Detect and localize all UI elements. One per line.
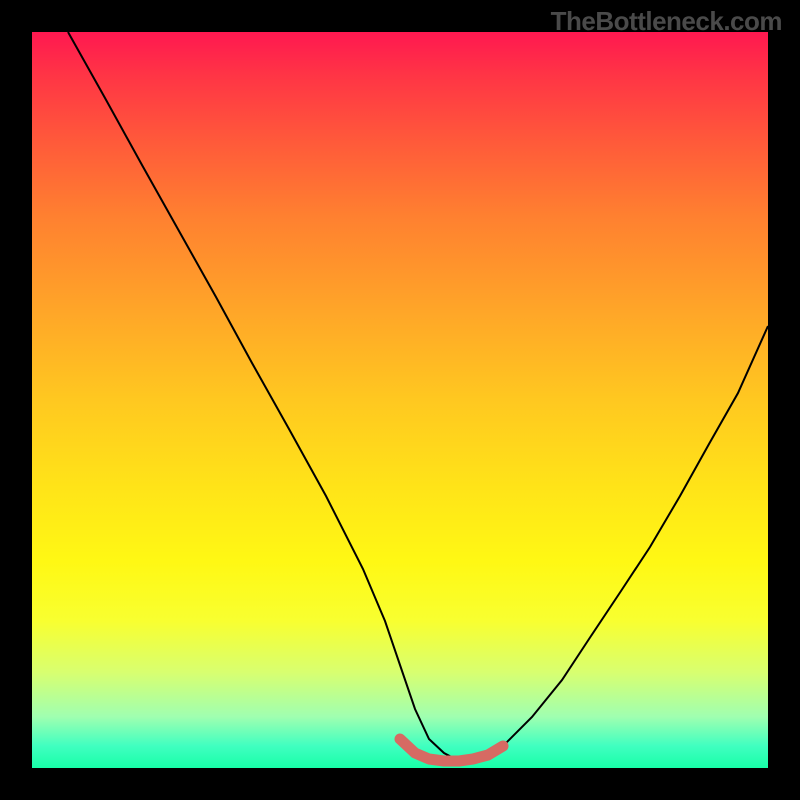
optimal-highlight-line bbox=[400, 739, 503, 761]
chart-svg bbox=[32, 32, 768, 768]
bottleneck-curve-line bbox=[68, 32, 768, 761]
chart-plot-area bbox=[32, 32, 768, 768]
